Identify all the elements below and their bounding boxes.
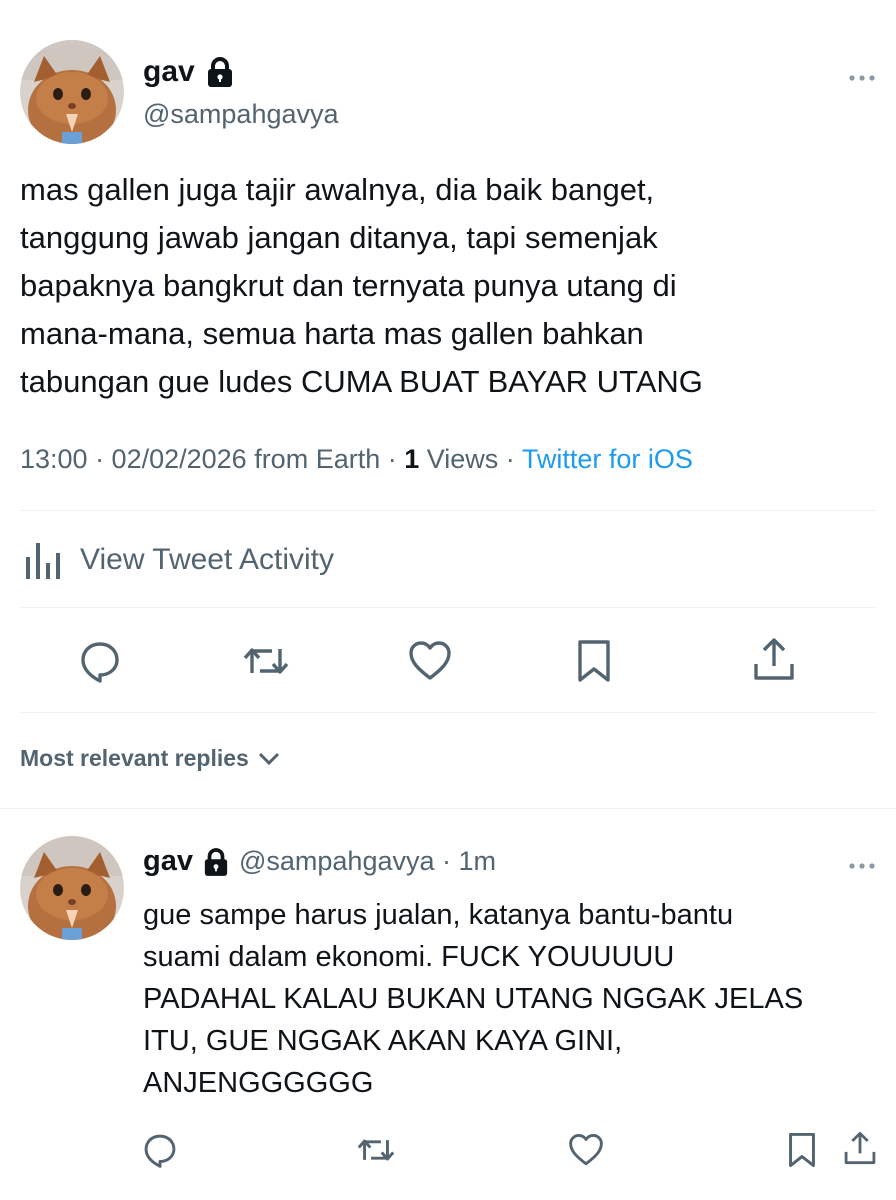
share-icon (754, 638, 794, 680)
reply-author-avatar[interactable] (20, 836, 124, 940)
bookmark-button[interactable] (570, 637, 618, 685)
more-options-icon[interactable] (848, 70, 876, 88)
reply-header: gav @sampahgavya · 1m (143, 845, 496, 878)
cat-praying-avatar-icon (20, 40, 124, 144)
reply-button[interactable] (76, 637, 124, 685)
author-avatar[interactable] (20, 40, 124, 144)
tweet-meta: 13:00 · 02/02/2026 from Earth · 1 Views … (20, 444, 693, 475)
analytics-icon (26, 543, 60, 579)
like-icon (569, 1133, 603, 1166)
reply-author-name[interactable]: gav (143, 845, 193, 878)
author-name[interactable]: gav (143, 55, 195, 89)
cat-praying-avatar-icon (20, 836, 124, 940)
reply-icon (144, 1134, 176, 1168)
tweet-text: mas gallen juga tajir awalnya, dia baik … (20, 172, 703, 399)
retweet-button[interactable] (242, 637, 290, 685)
bookmark-icon (789, 1132, 815, 1168)
like-icon (409, 641, 451, 680)
reply-text: gue sampe harus jualan, katanya bantu-ba… (143, 899, 804, 1099)
reply-handle-time[interactable]: @sampahgavya · 1m (239, 846, 496, 877)
retweet-icon (357, 1139, 395, 1161)
reply-retweet-button[interactable] (356, 1130, 396, 1170)
like-button[interactable] (406, 637, 454, 685)
reply-more-options-icon[interactable] (848, 858, 876, 876)
divider (20, 607, 876, 608)
divider (20, 712, 876, 713)
divider (0, 808, 896, 809)
reply-like-button[interactable] (566, 1130, 606, 1170)
view-tweet-activity-button[interactable]: View Tweet Activity (24, 534, 334, 586)
tweet-time-date[interactable]: 13:00 · 02/02/2026 from Earth · (20, 444, 404, 474)
bookmark-icon (578, 640, 610, 682)
reply-share-button[interactable] (840, 1128, 880, 1168)
replies-sort-dropdown[interactable]: Most relevant replies (20, 745, 281, 772)
reply-bookmark-button[interactable] (782, 1130, 822, 1170)
share-button[interactable] (750, 635, 798, 683)
views-label: Views · (419, 444, 522, 474)
author-handle[interactable]: @sampahgavya (143, 99, 339, 130)
share-icon (844, 1131, 876, 1165)
tweet-source-link[interactable]: Twitter for iOS (522, 444, 693, 474)
activity-label: View Tweet Activity (80, 543, 335, 576)
lock-icon (203, 847, 229, 877)
views-count: 1 (404, 444, 420, 474)
replies-sort-label: Most relevant replies (20, 745, 249, 771)
lock-icon (206, 56, 234, 93)
retweet-icon (243, 648, 289, 674)
chevron-down-icon (258, 752, 279, 765)
reply-icon (81, 642, 119, 683)
reply-reply-button[interactable] (140, 1130, 180, 1170)
divider (20, 510, 876, 511)
